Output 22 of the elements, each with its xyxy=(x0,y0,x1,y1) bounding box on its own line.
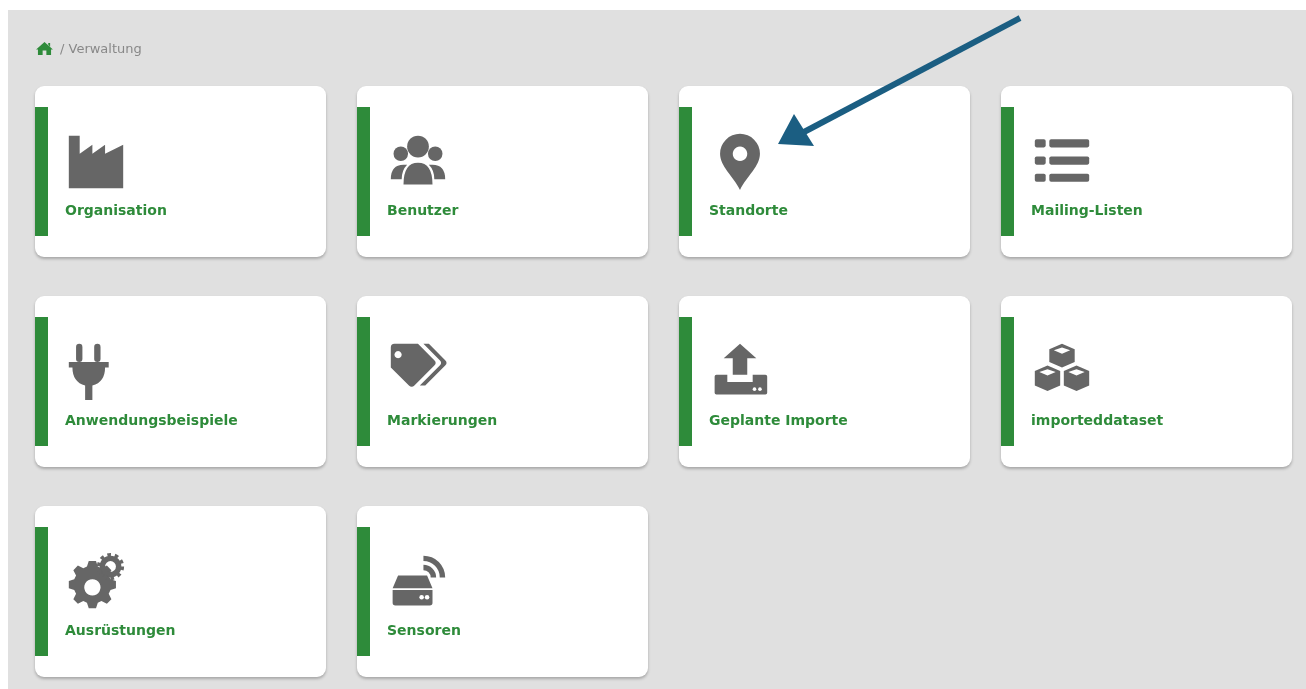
tile-label: Ausrüstungen xyxy=(65,621,176,638)
tile-label: Organisation xyxy=(65,201,167,218)
tile-card[interactable]: Geplante Importe xyxy=(679,296,970,467)
tile-label: importeddataset xyxy=(1031,411,1164,428)
tile-card[interactable]: importeddataset xyxy=(1001,296,1292,467)
home-icon[interactable] xyxy=(35,40,54,56)
tile-card[interactable]: Ausrüstungen xyxy=(35,506,326,677)
tile-card[interactable]: Markierungen xyxy=(357,296,648,467)
tile-card[interactable]: Sensoren xyxy=(357,506,648,677)
tile-label: Anwendungsbeispiele xyxy=(65,411,238,428)
tile-card[interactable]: Organisation xyxy=(35,86,326,257)
tile-label: Sensoren xyxy=(387,621,461,638)
tile-label: Standorte xyxy=(709,201,788,218)
tile-card[interactable]: Benutzer xyxy=(357,86,648,257)
tile-label: Benutzer xyxy=(387,201,459,218)
tile-card[interactable]: Anwendungsbeispiele xyxy=(35,296,326,467)
tile-label: Markierungen xyxy=(387,411,498,428)
tile-label: Mailing-Listen xyxy=(1031,201,1143,218)
tile-card[interactable]: Standorte xyxy=(679,86,970,257)
breadcrumb-path: / Verwaltung xyxy=(60,40,142,56)
tile-card[interactable]: Mailing-Listen xyxy=(1001,86,1292,257)
tile-label: Geplante Importe xyxy=(709,411,848,428)
